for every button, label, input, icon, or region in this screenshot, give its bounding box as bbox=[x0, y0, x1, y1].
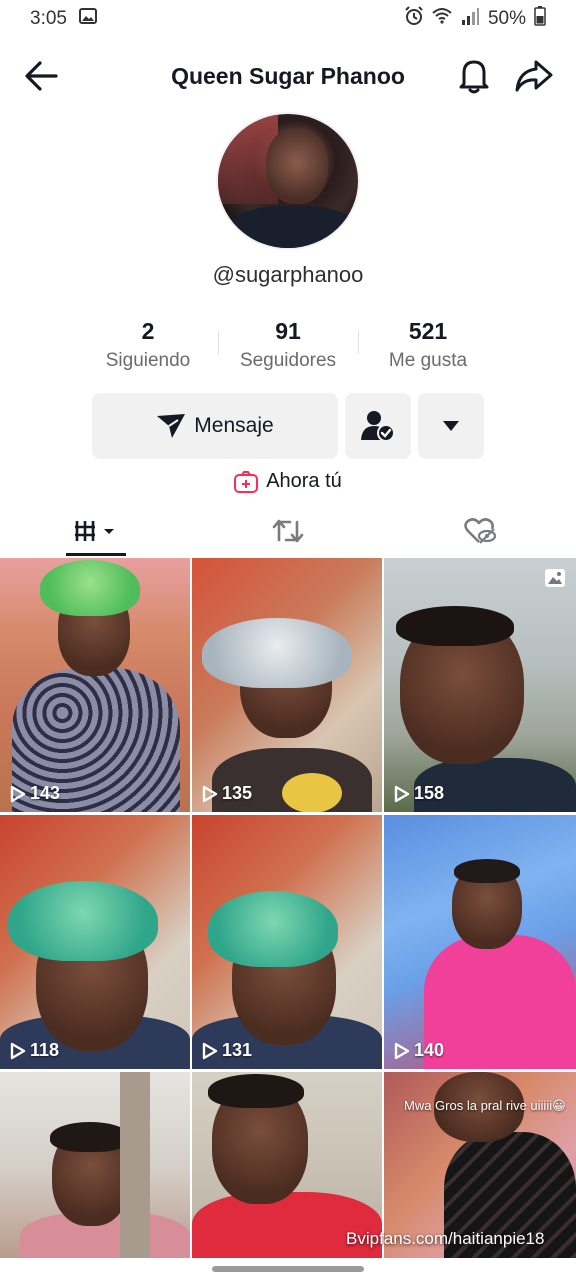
play-icon bbox=[10, 1042, 26, 1059]
play-icon bbox=[10, 785, 26, 802]
ahora-tu-link[interactable]: Ahora tú bbox=[0, 470, 576, 493]
stat-followers-label: Seguidores bbox=[239, 350, 337, 371]
video-grid: 143 135 158 118 131 140 Mwa Gros la pral… bbox=[0, 558, 576, 1258]
grid-icon bbox=[75, 521, 114, 541]
profile-tabs bbox=[0, 506, 576, 556]
video-thumbnail[interactable]: 140 bbox=[384, 815, 576, 1069]
back-button[interactable] bbox=[22, 58, 60, 94]
stat-followers-count: 91 bbox=[275, 318, 301, 344]
bell-icon bbox=[459, 60, 489, 94]
view-count: 118 bbox=[10, 1040, 59, 1061]
back-arrow-icon bbox=[25, 61, 58, 91]
video-thumbnail[interactable] bbox=[0, 1072, 190, 1258]
stat-likes[interactable]: 521 Me gusta bbox=[358, 314, 498, 384]
send-icon bbox=[157, 414, 186, 438]
add-story-icon bbox=[234, 470, 259, 493]
view-count: 143 bbox=[10, 783, 60, 804]
signal-icon bbox=[460, 6, 480, 32]
stat-followers[interactable]: 91 Seguidores bbox=[218, 314, 358, 384]
caret-down-icon bbox=[443, 421, 459, 431]
view-count: 140 bbox=[394, 1040, 444, 1061]
play-icon bbox=[202, 1042, 218, 1059]
user-check-icon bbox=[361, 411, 395, 442]
alarm-icon bbox=[404, 6, 424, 32]
profile-header: Queen Sugar Phanoo bbox=[0, 44, 576, 108]
wifi-icon bbox=[432, 6, 452, 32]
username: @sugarphanoo bbox=[212, 262, 364, 287]
avatar[interactable] bbox=[216, 112, 360, 250]
notifications-button[interactable] bbox=[456, 56, 492, 96]
watermark: Bvipfans.com/haitianpie18 bbox=[346, 1229, 545, 1248]
profile-stats: 2 Siguiendo 91 Seguidores 521 Me gusta bbox=[78, 314, 498, 384]
tab-reposts[interactable] bbox=[192, 506, 384, 556]
play-icon bbox=[202, 785, 218, 802]
view-count: 131 bbox=[202, 1040, 252, 1061]
photo-icon bbox=[545, 569, 565, 587]
more-options-dropdown[interactable] bbox=[418, 393, 484, 459]
video-caption: Mwa Gros la pral rive uiiiii😀 bbox=[404, 1098, 566, 1113]
photo-thumbnail[interactable]: 158 bbox=[384, 558, 576, 812]
video-thumbnail[interactable]: 131 bbox=[192, 815, 382, 1069]
video-thumbnail[interactable]: 143 bbox=[0, 558, 190, 812]
share-arrow-icon bbox=[515, 60, 553, 92]
share-button[interactable] bbox=[514, 58, 554, 94]
view-count: 135 bbox=[202, 783, 252, 804]
following-status-button[interactable] bbox=[345, 393, 411, 459]
battery-percent: 50% bbox=[487, 8, 526, 29]
status-bar: 3:05 50% bbox=[0, 0, 576, 38]
tab-videos[interactable] bbox=[0, 506, 192, 556]
view-count: 158 bbox=[394, 783, 444, 804]
repost-icon bbox=[272, 519, 304, 543]
hidden-heart-icon bbox=[464, 518, 497, 544]
stat-likes-count: 521 bbox=[408, 318, 448, 344]
gallery-notification-icon bbox=[78, 8, 97, 30]
stat-following-count: 2 bbox=[141, 318, 155, 344]
status-time: 3:05 bbox=[30, 8, 67, 29]
stat-following[interactable]: 2 Siguiendo bbox=[78, 314, 218, 384]
video-thumbnail[interactable]: 135 bbox=[192, 558, 382, 812]
tab-liked[interactable] bbox=[384, 506, 576, 556]
play-icon bbox=[394, 1042, 410, 1059]
home-indicator[interactable] bbox=[212, 1266, 364, 1272]
battery-icon bbox=[534, 6, 546, 32]
stat-following-label: Siguiendo bbox=[105, 350, 191, 371]
message-button[interactable]: Mensaje bbox=[92, 393, 338, 459]
video-thumbnail[interactable]: 118 bbox=[0, 815, 190, 1069]
message-button-label: Mensaje bbox=[194, 414, 274, 437]
ahora-tu-label: Ahora tú bbox=[266, 470, 342, 492]
stat-likes-label: Me gusta bbox=[388, 350, 468, 371]
play-icon bbox=[394, 785, 410, 802]
